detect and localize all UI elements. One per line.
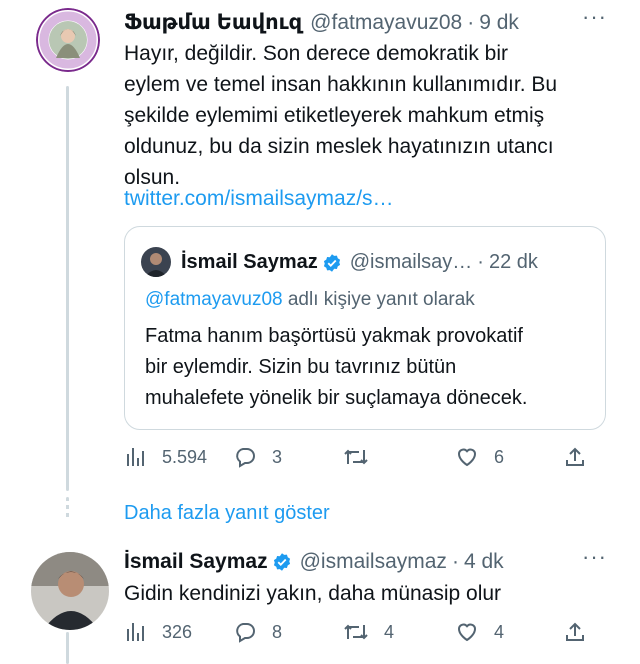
quote-header: İsmail Saymaz @ismailsay… · 22 dk bbox=[181, 251, 538, 274]
tweet1-views-count: 5.594 bbox=[162, 446, 208, 467]
tweet2-like-button[interactable]: 4 bbox=[454, 620, 504, 644]
thread-line-top bbox=[66, 86, 69, 491]
tweet1-sep: · bbox=[467, 10, 475, 34]
tweet1-text-line: eylem ve temel insan hakkının kullanımıd… bbox=[124, 73, 558, 96]
tweet1-text-line: oldunuz, bu da sizin meslek hayatınızın … bbox=[124, 135, 554, 158]
tweet1-like-count: 6 bbox=[494, 446, 505, 467]
tweet1-like-button[interactable]: 6 bbox=[454, 445, 504, 469]
tweet2-like-count: 4 bbox=[494, 621, 505, 642]
tweet2-retweet-count: 4 bbox=[384, 621, 395, 642]
tweet2-reply-button[interactable]: 8 bbox=[232, 620, 282, 644]
quote-sep: · bbox=[477, 251, 484, 273]
tweet1-share-button[interactable] bbox=[563, 445, 587, 469]
quote-display-name: İsmail Saymaz bbox=[181, 251, 318, 273]
reply-icon bbox=[236, 448, 255, 468]
tweet1-text-line: şekilde eylemimi etiketleyerek mahkum et… bbox=[124, 104, 545, 127]
retweet-icon bbox=[344, 449, 368, 465]
quote-avatar-image bbox=[141, 247, 171, 277]
tweet1-reply-count: 3 bbox=[272, 446, 283, 467]
views-icon bbox=[127, 448, 144, 466]
quote-text-line: bir eylemdir. Sizin bu tavrınız bütün bbox=[145, 356, 457, 378]
like-icon bbox=[457, 448, 477, 467]
quote-handle: @ismailsay… bbox=[349, 251, 473, 273]
tweet1-more-icon[interactable]: ··· bbox=[582, 4, 607, 30]
quote-text-line: muhalefete yönelik bir suçlamaya dönecek… bbox=[145, 387, 528, 409]
tweet1-avatar[interactable] bbox=[36, 8, 100, 72]
tweet2-time[interactable]: 4 dk bbox=[464, 550, 504, 574]
tweet2-header: İsmail Saymaz @ismailsaymaz · 4 dk bbox=[124, 550, 504, 574]
reply-icon bbox=[236, 623, 255, 643]
thread-line-dotted bbox=[66, 497, 69, 519]
tweet1-link[interactable]: twitter.com/ismailsaymaz/s… bbox=[124, 187, 394, 211]
tweet1-text: Hayır, değildir. Son derece demokratik b… bbox=[124, 38, 557, 193]
quote-reply-context: @fatmayavuz08 adlı kişiye yanıt olarak bbox=[145, 289, 475, 311]
verified-badge-icon bbox=[323, 253, 340, 272]
quote-text: Fatma hanım başörtüsü yakmak provokatif … bbox=[145, 321, 527, 414]
tweet2-sep: · bbox=[451, 550, 459, 573]
tweet1-views-button[interactable]: 5.594 bbox=[124, 445, 207, 469]
share-icon bbox=[566, 447, 584, 466]
quote-reply-mention[interactable]: @fatmayavuz08 bbox=[145, 289, 283, 311]
views-icon bbox=[127, 623, 144, 641]
quoted-tweet[interactable]: İsmail Saymaz @ismailsay… · 22 dk @fatma… bbox=[124, 226, 606, 430]
tweet2-views-button[interactable]: 326 bbox=[124, 620, 192, 644]
verified-badge-icon bbox=[273, 553, 290, 571]
share-icon bbox=[566, 622, 584, 641]
tweet1-display-name[interactable]: Ֆաթմա Եավուզ bbox=[124, 10, 302, 35]
tweet1-handle[interactable]: @fatmayavuz08 bbox=[310, 11, 462, 35]
tweet2-avatar[interactable] bbox=[31, 552, 109, 630]
tweet2-share-button[interactable] bbox=[563, 620, 587, 644]
tweet1-time[interactable]: 9 dk bbox=[479, 11, 519, 35]
tweet1-retweet-button[interactable] bbox=[342, 445, 384, 469]
tweet2-retweet-button[interactable]: 4 bbox=[342, 620, 394, 644]
quote-reply-suffix: adlı kişiye yanıt olarak bbox=[282, 289, 475, 310]
tweet2-views-count: 326 bbox=[162, 621, 193, 642]
quote-avatar[interactable] bbox=[141, 247, 171, 277]
tweet1-reply-button[interactable]: 3 bbox=[232, 445, 282, 469]
tweet2-avatar-image bbox=[31, 552, 109, 630]
tweet2-display-name[interactable]: İsmail Saymaz bbox=[124, 550, 268, 574]
show-more-replies-link[interactable]: Daha fazla yanıt göster bbox=[124, 502, 330, 525]
tweet2-reply-count: 8 bbox=[272, 621, 283, 642]
tweet2-more-icon[interactable]: ··· bbox=[582, 544, 607, 570]
tweet1-text-line: Hayır, değildir. Son derece demokratik b… bbox=[124, 42, 509, 65]
thread-line-bottom bbox=[66, 632, 69, 664]
tweet2-text: Gidin kendinizi yakın, daha münasip olur bbox=[124, 582, 502, 605]
like-icon bbox=[457, 623, 477, 642]
retweet-icon bbox=[344, 624, 368, 640]
quote-text-line: Fatma hanım başörtüsü yakmak provokatif bbox=[145, 325, 523, 347]
tweet2-handle[interactable]: @ismailsaymaz bbox=[300, 550, 447, 574]
tweet1-avatar-image bbox=[36, 8, 100, 72]
tweet1-header: Ֆաթմա Եավուզ @fatmayavuz08 · 9 dk bbox=[124, 10, 519, 35]
quote-time: 22 dk bbox=[488, 251, 538, 273]
